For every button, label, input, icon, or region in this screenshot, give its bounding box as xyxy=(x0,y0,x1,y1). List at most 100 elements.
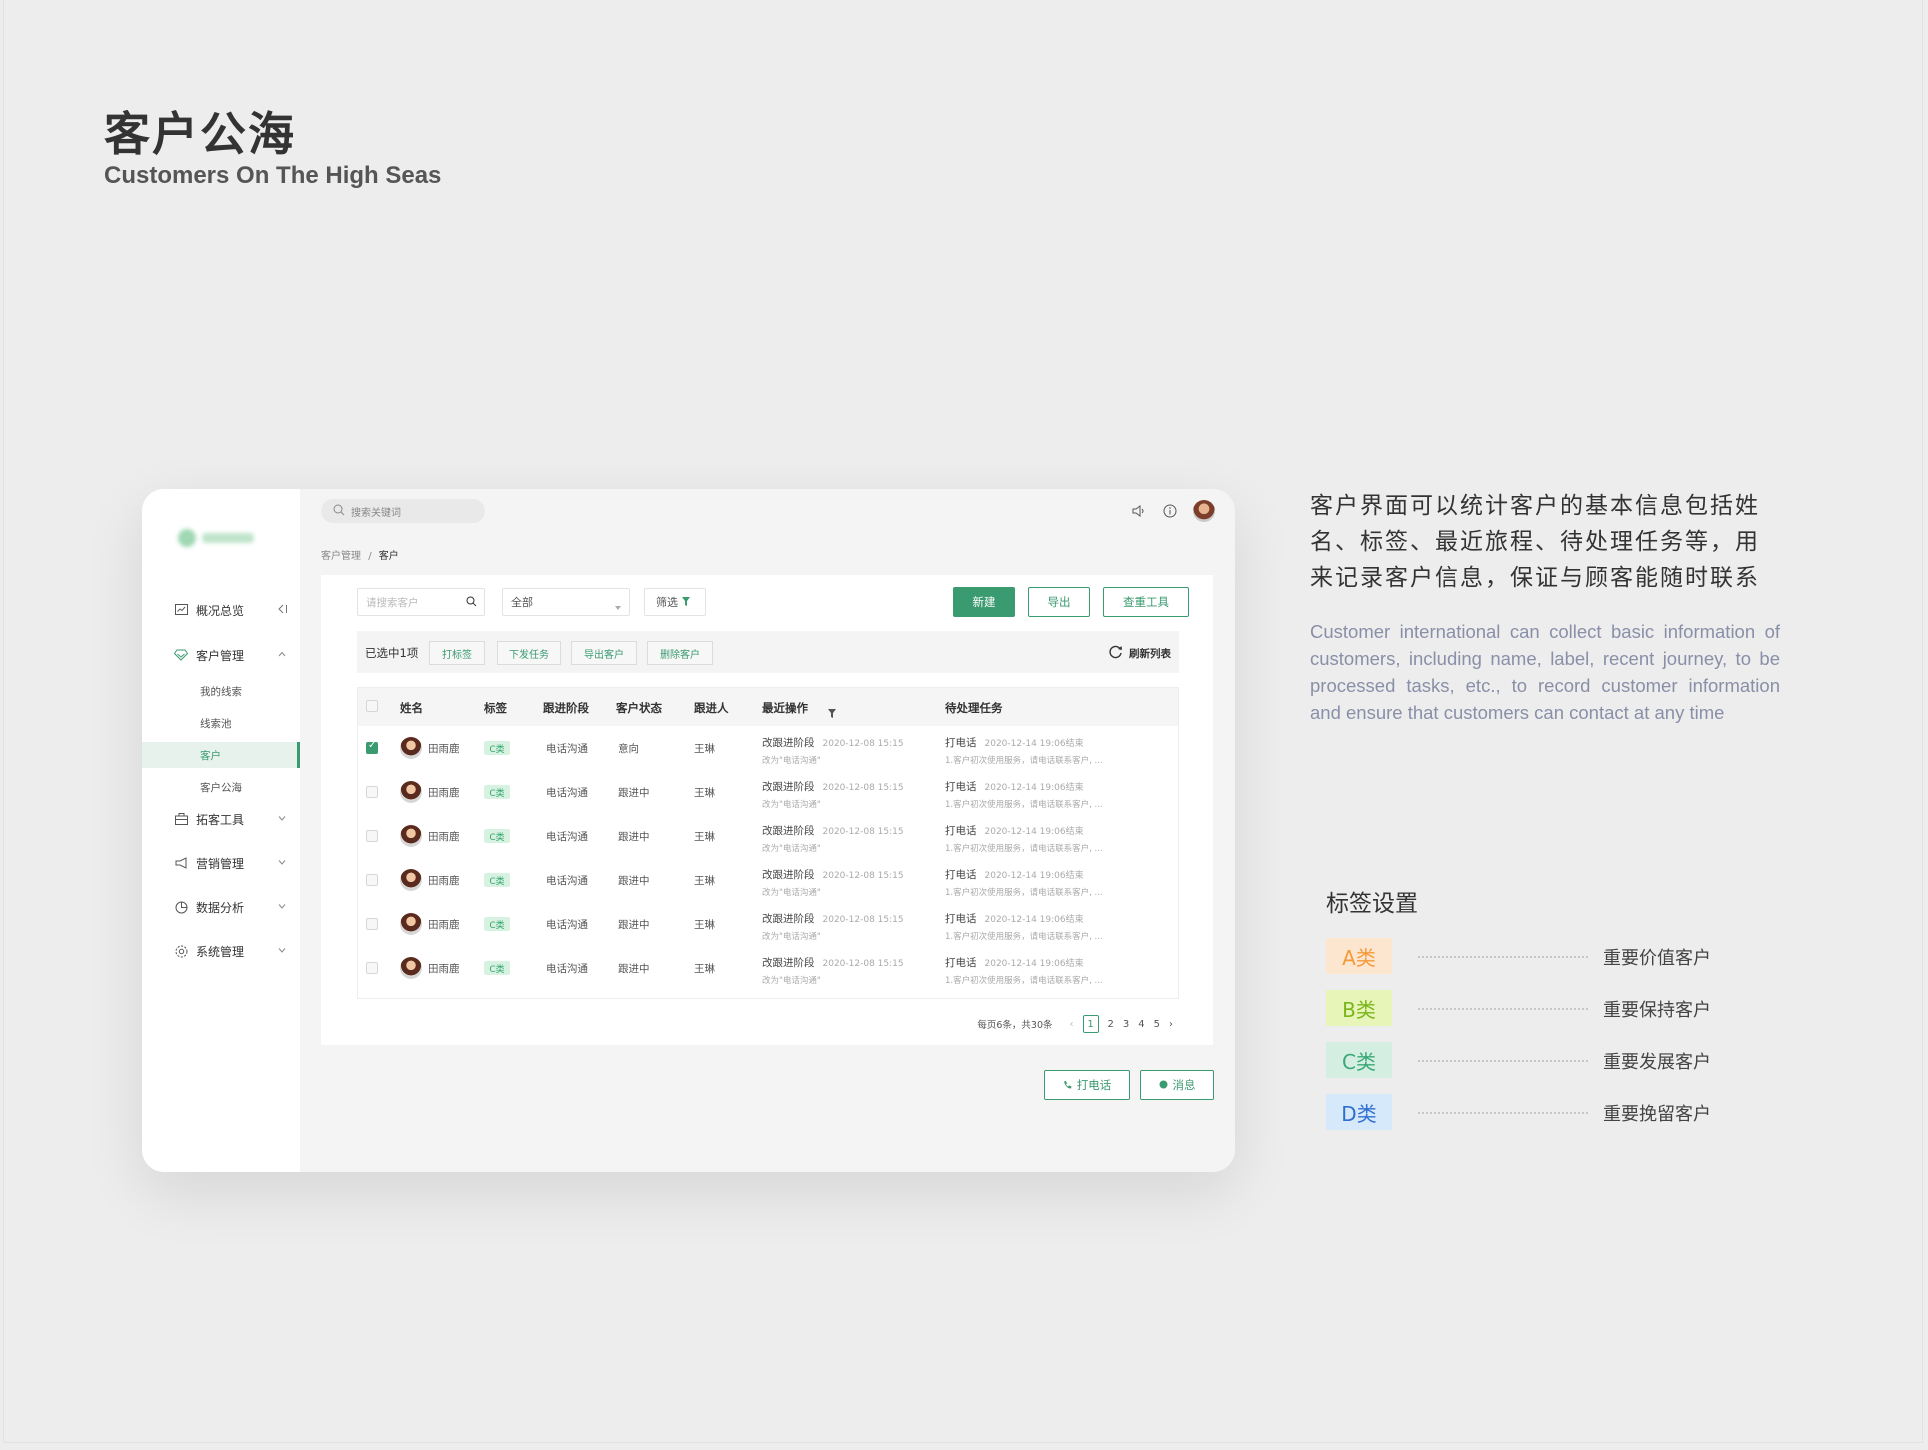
row-checkbox[interactable] xyxy=(366,874,378,886)
dedupe-tool-button[interactable]: 查重工具 xyxy=(1103,587,1189,617)
follow-owner: 王琳 xyxy=(694,963,715,975)
sidebar-item-analytics[interactable]: 数据分析 xyxy=(142,892,300,922)
pending-task[interactable]: 打电话 2020-12-14 19:06结束 1.客户初次使用服务，请电话联系客户,… xyxy=(945,911,1103,942)
speaker-icon[interactable] xyxy=(1129,502,1147,520)
prev-page-icon[interactable]: ‹ xyxy=(1070,1019,1074,1030)
message-button[interactable]: 消息 xyxy=(1140,1070,1214,1100)
sidebar-item-lead-pool[interactable]: 线索池 xyxy=(142,710,300,736)
call-label: 打电话 xyxy=(1076,1078,1112,1092)
filter-button[interactable]: 筛选 xyxy=(644,588,706,616)
sidebar-item-marketing[interactable]: 营销管理 xyxy=(142,848,300,878)
sidebar-item-label: 营销管理 xyxy=(196,856,245,871)
page-number[interactable]: 2 xyxy=(1108,1019,1114,1030)
global-search-input[interactable]: 搜索关键词 xyxy=(321,499,485,523)
follow-owner: 王琳 xyxy=(694,919,715,931)
page-number[interactable]: 1 xyxy=(1082,1015,1099,1033)
recent-operation: 改跟进阶段 2020-12-08 15:15 改为"电话沟通" xyxy=(762,955,904,986)
follow-owner: 王琳 xyxy=(694,831,715,843)
task-detail: 1.客户初次使用服务，请电话联系客户, ... xyxy=(945,844,1103,854)
pending-task[interactable]: 打电话 2020-12-14 19:06结束 1.客户初次使用服务，请电话联系客户,… xyxy=(945,779,1103,810)
task-time: 2020-12-14 19:06结束 xyxy=(984,959,1084,969)
breadcrumb: 客户管理 / 客户 xyxy=(321,547,399,562)
customer-search-placeholder: 请搜索客户 xyxy=(366,596,419,609)
customer-tag: C类 xyxy=(484,873,510,887)
sidebar-item-system[interactable]: 系统管理 xyxy=(142,936,300,966)
search-icon[interactable] xyxy=(466,596,477,610)
operation-title: 改跟进阶段 xyxy=(762,957,815,969)
follow-stage: 电话沟通 xyxy=(546,919,588,931)
page-number[interactable]: 5 xyxy=(1154,1019,1160,1030)
follow-owner: 王琳 xyxy=(694,875,715,887)
row-checkbox[interactable] xyxy=(366,740,378,754)
legend-chip: B类 xyxy=(1326,990,1392,1026)
task-title: 打电话 xyxy=(945,737,977,749)
customer-name[interactable]: 田雨鹿 xyxy=(428,829,460,844)
task-detail: 1.客户初次使用服务，请电话联系客户, ... xyxy=(945,888,1103,898)
call-button[interactable]: 打电话 xyxy=(1044,1070,1130,1100)
page-number[interactable]: 3 xyxy=(1123,1019,1129,1030)
pending-task[interactable]: 打电话 2020-12-14 19:06结束 1.客户初次使用服务，请电话联系客户,… xyxy=(945,823,1103,854)
customer-name[interactable]: 田雨鹿 xyxy=(428,873,460,888)
customer-name[interactable]: 田雨鹿 xyxy=(428,785,460,800)
next-page-icon[interactable]: › xyxy=(1169,1019,1173,1030)
new-button[interactable]: 新建 xyxy=(953,587,1015,617)
task-time: 2020-12-14 19:06结束 xyxy=(984,827,1084,837)
legend-description: 重要价值客户 xyxy=(1603,948,1711,969)
search-placeholder: 搜索关键词 xyxy=(351,507,401,519)
customer-name[interactable]: 田雨鹿 xyxy=(428,741,460,756)
column-header: 客户状态 xyxy=(616,701,662,715)
collapse-sidebar-icon[interactable] xyxy=(278,604,288,617)
funnel-icon xyxy=(682,596,690,609)
tag-button[interactable]: 打标签 xyxy=(429,641,485,665)
delete-customers-button[interactable]: 删除客户 xyxy=(647,641,713,665)
sidebar-item-overview[interactable]: 概况总览 xyxy=(142,595,300,625)
customer-status: 跟进中 xyxy=(618,831,650,843)
table-row[interactable]: 田雨鹿 C类 电话沟通 跟进中 王琳 改跟进阶段 2020-12-08 15:15 改为"电话… xyxy=(358,946,1178,990)
user-avatar[interactable] xyxy=(1193,500,1215,522)
customer-avatar xyxy=(400,825,422,847)
table-row[interactable]: 田雨鹿 C类 电话沟通 跟进中 王琳 改跟进阶段 2020-12-08 15:15 改为"电话… xyxy=(358,770,1178,814)
table-row[interactable]: 田雨鹿 C类 电话沟通 跟进中 王琳 改跟进阶段 2020-12-08 15:15 改为"电话… xyxy=(358,902,1178,946)
customer-search-input[interactable]: 请搜索客户 xyxy=(357,588,485,616)
table-row[interactable]: 田雨鹿 C类 电话沟通 跟进中 王琳 改跟进阶段 2020-12-08 15:15 改为"电话… xyxy=(358,814,1178,858)
pending-task[interactable]: 打电话 2020-12-14 19:06结束 1.客户初次使用服务，请电话联系客户,… xyxy=(945,867,1103,898)
row-checkbox[interactable] xyxy=(366,830,378,842)
sidebar-item-prospecting-tools[interactable]: 拓客工具 xyxy=(142,804,300,834)
recent-operation: 改跟进阶段 2020-12-08 15:15 改为"电话沟通" xyxy=(762,867,904,898)
customer-name[interactable]: 田雨鹿 xyxy=(428,961,460,976)
breadcrumb-parent[interactable]: 客户管理 xyxy=(321,551,361,562)
sidebar-item-customers[interactable]: 客户 xyxy=(142,742,300,768)
legend-row: B类 重要保持客户 xyxy=(1326,990,1726,1026)
row-checkbox[interactable] xyxy=(366,918,378,930)
briefcase-icon xyxy=(174,812,188,826)
refresh-label: 刷新列表 xyxy=(1129,647,1171,660)
info-icon[interactable] xyxy=(1161,502,1179,520)
table-row[interactable]: 田雨鹿 C类 电话沟通 意向 王琳 改跟进阶段 2020-12-08 15:15改为"电话沟… xyxy=(358,726,1178,770)
export-button[interactable]: 导出 xyxy=(1028,587,1090,617)
select-all-checkbox[interactable] xyxy=(366,700,378,712)
row-checkbox[interactable] xyxy=(366,786,378,798)
sidebar: 概况总览 客户管理 我的线索 线索池 客户 客户公海 拓客工具 营销管理 数据分… xyxy=(142,489,300,1172)
refresh-list-button[interactable]: 刷新列表 xyxy=(1108,644,1171,662)
row-checkbox[interactable] xyxy=(366,962,378,974)
filter-select[interactable]: 全部 xyxy=(502,588,630,616)
legend-row: A类 重要价值客户 xyxy=(1326,938,1726,974)
sidebar-item-customer-pool[interactable]: 客户公海 xyxy=(142,774,300,800)
table-row[interactable]: 田雨鹿 C类 电话沟通 跟进中 王琳 改跟进阶段 2020-12-08 15:15 改为"电话… xyxy=(358,858,1178,902)
sidebar-item-my-leads[interactable]: 我的线索 xyxy=(142,678,300,704)
sidebar-item-customer-mgmt[interactable]: 客户管理 xyxy=(142,640,300,670)
export-customers-button[interactable]: 导出客户 xyxy=(571,641,637,665)
customer-name[interactable]: 田雨鹿 xyxy=(428,917,460,932)
pending-task[interactable]: 打电话 2020-12-14 19:06结束 1.客户初次使用服务，请电话联系客户,… xyxy=(945,955,1103,986)
task-title: 打电话 xyxy=(945,825,977,837)
customer-status: 跟进中 xyxy=(618,875,650,887)
page-number[interactable]: 4 xyxy=(1138,1019,1144,1030)
column-filter-icon[interactable] xyxy=(828,703,836,722)
sidebar-item-label: 客户公海 xyxy=(200,781,242,794)
customer-tag: C类 xyxy=(484,829,510,843)
pagination-summary: 每页6条，共30条 xyxy=(977,1020,1053,1031)
pending-task[interactable]: 打电话 2020-12-14 19:06结束 1.客户初次使用服务，请电话联系客户,… xyxy=(945,735,1103,766)
operation-time: 2020-12-08 15:15 xyxy=(822,959,904,969)
column-header: 跟进人 xyxy=(694,701,729,715)
assign-task-button[interactable]: 下发任务 xyxy=(497,641,561,665)
